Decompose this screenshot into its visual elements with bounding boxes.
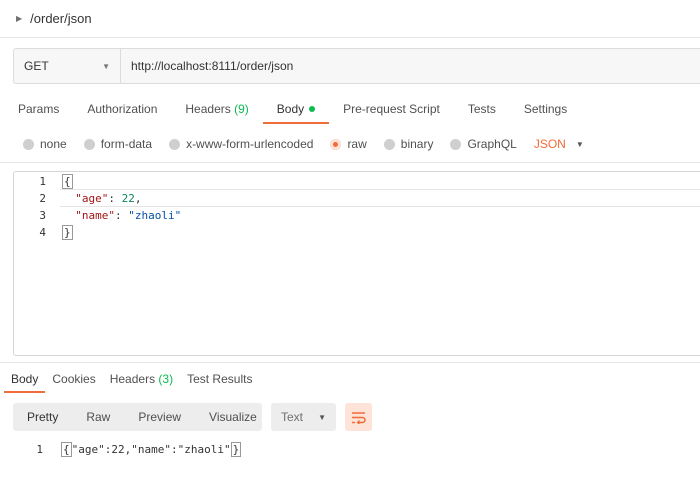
response-tabs: Body Cookies Headers (3) Test Results	[11, 372, 266, 386]
body-type-options: none form-data x-www-form-urlencoded raw…	[23, 136, 584, 152]
tab-label: Body	[276, 102, 305, 116]
response-line: 1 {"age":22,"name":"zhaoli"}	[0, 441, 242, 457]
body-format-label: JSON	[533, 137, 566, 151]
radio-label: x-www-form-urlencoded	[186, 137, 314, 151]
tab-label: Headers	[185, 102, 231, 116]
radio-icon	[23, 138, 34, 150]
response-view-group: Pretty Raw Preview Visualize	[13, 403, 262, 431]
body-type-urlencoded[interactable]: x-www-form-urlencoded	[169, 137, 313, 151]
view-raw-button[interactable]: Raw	[72, 403, 124, 431]
code-text: {	[62, 174, 73, 189]
json-key: "age"	[75, 192, 109, 205]
editor-line: 3 "name": "zhaoli"	[14, 207, 181, 224]
json-value: "zhaoli"	[128, 209, 182, 222]
current-line-highlight	[60, 189, 700, 207]
code-text: }	[62, 225, 73, 240]
method-label: GET	[24, 59, 49, 73]
editor-line: 4 }	[14, 224, 73, 241]
json-value: 22	[121, 192, 135, 205]
headers-count: (3)	[158, 372, 174, 386]
caret-right-icon[interactable]: ▶	[16, 14, 22, 23]
brace-open: {	[62, 174, 73, 189]
tab-label: Cookies	[52, 372, 96, 386]
tab-body[interactable]: Body	[276, 102, 316, 124]
tab-headers[interactable]: Headers (9)	[185, 102, 248, 124]
tab-label: Body	[11, 372, 39, 386]
tab-label: Settings	[523, 102, 568, 116]
code-text: "name": "zhaoli"	[75, 209, 182, 222]
response-tab-cookies[interactable]: Cookies	[52, 372, 95, 386]
caret-down-icon: ▼	[102, 61, 110, 71]
tab-label: Headers	[109, 372, 156, 386]
tab-label: Params	[18, 102, 60, 116]
headers-count: (9)	[234, 102, 249, 116]
body-editor[interactable]: 1 { 2 "age": 22, 3 "name": "zhaoli" 4 }	[13, 171, 700, 356]
caret-down-icon: ▼	[575, 139, 584, 149]
tab-tests[interactable]: Tests	[468, 102, 496, 124]
body-indicator-dot-icon	[309, 106, 316, 112]
radio-label: binary	[400, 137, 434, 151]
active-tab-underline	[263, 122, 329, 124]
tab-label: Tests	[467, 102, 496, 116]
request-title-row[interactable]: ▶ /order/json	[0, 0, 700, 38]
response-text: {"age":22,"name":"zhaoli"}	[61, 441, 242, 457]
wrap-lines-icon	[352, 411, 366, 424]
response-toolbar: Pretty Raw Preview Visualize Text ▼	[13, 403, 372, 431]
radio-icon	[169, 138, 181, 150]
radio-label: GraphQL	[467, 137, 517, 151]
response-tab-headers[interactable]: Headers (3)	[110, 372, 173, 386]
body-type-raw[interactable]: raw	[330, 137, 367, 151]
line-number: 3	[39, 209, 46, 222]
body-type-graphql[interactable]: GraphQL	[450, 137, 517, 151]
line-number: 1	[39, 175, 46, 188]
response-format-select[interactable]: Text ▼	[271, 403, 336, 431]
tab-settings[interactable]: Settings	[524, 102, 567, 124]
brace-close: }	[230, 441, 242, 457]
request-tabs: Params Authorization Headers (9) Body Pr…	[18, 102, 595, 124]
divider	[0, 162, 700, 163]
line-number: 4	[39, 226, 46, 239]
divider	[0, 362, 700, 363]
body-type-binary[interactable]: binary	[383, 137, 434, 151]
response-tab-test-results[interactable]: Test Results	[187, 372, 252, 386]
body-format-select[interactable]: JSON ▼	[534, 137, 584, 151]
tab-label: Authorization	[87, 102, 158, 116]
body-type-none[interactable]: none	[23, 137, 67, 151]
url-input[interactable]: http://localhost:8111/order/json	[121, 59, 293, 73]
radio-icon	[450, 138, 462, 150]
method-select[interactable]: GET ▼	[14, 49, 121, 83]
tab-label: Pre-request Script	[343, 102, 440, 116]
tab-authorization[interactable]: Authorization	[87, 102, 157, 124]
response-tab-body[interactable]: Body	[11, 372, 38, 386]
active-tab-underline	[4, 391, 45, 393]
json-punct: ,	[134, 192, 142, 205]
view-pretty-button[interactable]: Pretty	[13, 403, 72, 431]
tab-pre-request-script[interactable]: Pre-request Script	[343, 102, 440, 124]
caret-down-icon: ▼	[318, 412, 326, 422]
brace-close: }	[62, 225, 73, 240]
wrap-lines-button[interactable]	[345, 403, 372, 431]
radio-label: form-data	[100, 137, 153, 151]
brace-open: {	[61, 441, 72, 457]
view-visualize-button[interactable]: Visualize	[195, 403, 271, 431]
radio-label: none	[40, 137, 67, 151]
response-content: "age":22,"name":"zhaoli"	[71, 442, 231, 456]
editor-line: 1 {	[14, 173, 73, 190]
radio-icon	[83, 138, 95, 150]
json-key: "name"	[75, 209, 115, 222]
url-bar: GET ▼ http://localhost:8111/order/json	[13, 48, 700, 84]
tab-params[interactable]: Params	[18, 102, 59, 124]
response-format-label: Text	[281, 410, 304, 424]
body-type-form-data[interactable]: form-data	[83, 137, 153, 151]
tab-label: Test Results	[187, 372, 253, 386]
line-number: 1	[36, 442, 43, 456]
code-text: "age": 22,	[75, 192, 142, 205]
request-title: /order/json	[30, 11, 92, 26]
editor-line: 2 "age": 22,	[14, 190, 141, 207]
radio-selected-icon	[330, 138, 342, 150]
radio-label: raw	[347, 137, 367, 151]
view-preview-button[interactable]: Preview	[124, 403, 195, 431]
radio-icon	[383, 138, 395, 150]
line-number: 2	[39, 192, 46, 205]
